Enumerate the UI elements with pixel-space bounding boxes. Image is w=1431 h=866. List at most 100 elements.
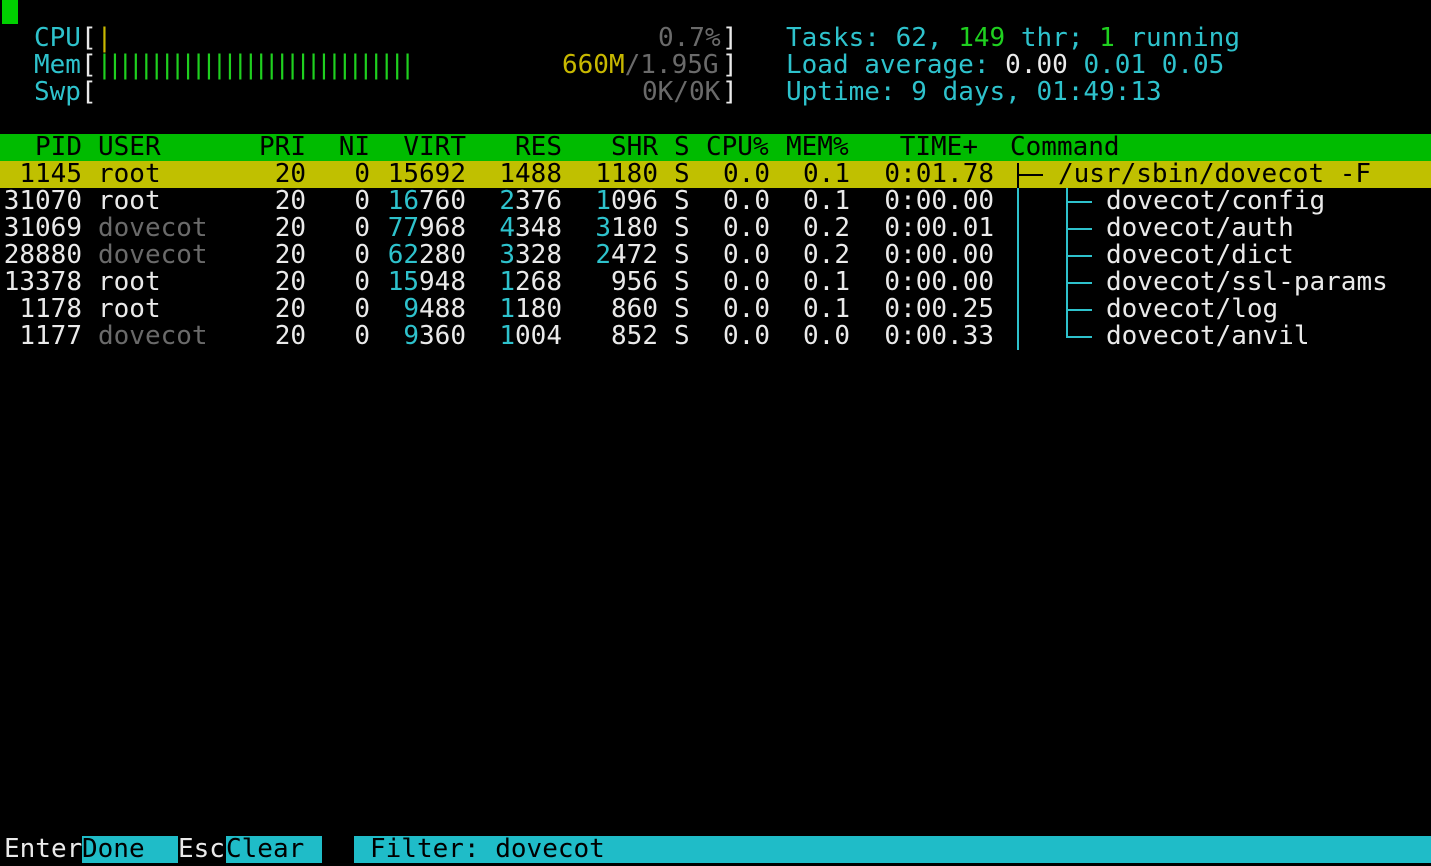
row-res: 1180: [480, 296, 562, 323]
process-row-selected[interactable]: 1145 root 20 0 15692 1488 1180 S 0.0 0.1…: [0, 161, 1431, 188]
row-shr-lo: 860: [611, 294, 658, 324]
row-command: /usr/sbin/dovecot -F: [1058, 159, 1372, 189]
load-1: 0.00: [1005, 50, 1068, 80]
row-ni: 0: [354, 213, 370, 243]
col-res[interactable]: RES: [480, 134, 562, 161]
process-row[interactable]: 13378 root 20 0 15948 1268 956 S 0.0 0.1 0:00.00 do…: [0, 269, 1431, 296]
row-pid: 28880: [3, 240, 82, 270]
row-virt-lo: 488: [419, 294, 466, 324]
tree-branch-icon: [1066, 323, 1068, 337]
row-cpu: 0.0: [723, 159, 770, 189]
row-state: S: [674, 294, 690, 324]
row-virt-hi: 9: [403, 294, 420, 324]
mem-meter-open: [: [80, 50, 97, 80]
row-shr: 1096: [580, 188, 658, 215]
row-pri: 20: [274, 240, 306, 270]
col-user[interactable]: USER: [98, 134, 161, 161]
row-mem: 0.0: [803, 321, 850, 351]
swp-meter-label: Swp: [34, 77, 81, 107]
row-ni: 0: [354, 267, 370, 297]
threads-count: 149: [958, 23, 1006, 53]
row-res-hi: 1: [499, 294, 516, 324]
filter-input[interactable]: Filter: dovecot: [370, 836, 605, 863]
done-button[interactable]: Done: [82, 836, 178, 863]
row-virt-hi: 15: [387, 267, 420, 297]
row-command: dovecot/auth: [1106, 213, 1294, 243]
row-ni: 0: [354, 159, 370, 189]
row-ni: 0: [354, 186, 370, 216]
row-virt: 9488: [380, 296, 466, 323]
row-mem: 0.1: [803, 294, 850, 324]
col-pid[interactable]: PID: [0, 134, 82, 161]
col-pri[interactable]: PRI: [240, 134, 306, 161]
row-user: root: [98, 159, 161, 189]
row-shr-hi: 3: [595, 213, 612, 243]
process-row[interactable]: 28880 dovecot 20 0 62280 3328 2472 S 0.0 0.2 0:00.…: [0, 242, 1431, 269]
row-pri: 20: [274, 294, 306, 324]
row-cpu: 0.0: [723, 186, 770, 216]
cpu-meter: CPU[|: [34, 25, 112, 52]
row-res: 1488: [499, 159, 562, 189]
row-state: S: [674, 240, 690, 270]
row-state: S: [674, 321, 690, 351]
cpu-meter-open: [: [80, 23, 97, 53]
process-row[interactable]: 1178 root 20 0 9488 1180 860 S 0.0 0.1 0:00.25 dove…: [0, 296, 1431, 323]
row-virt-hi: 62: [387, 240, 420, 270]
row-ni: 0: [354, 321, 370, 351]
row-command: dovecot/dict: [1106, 240, 1294, 270]
row-cpu: 0.0: [723, 213, 770, 243]
row-shr-lo: 956: [611, 267, 658, 297]
col-mem[interactable]: MEM%: [786, 134, 849, 161]
row-command: dovecot/ssl-params: [1106, 267, 1388, 297]
row-user: root: [98, 186, 161, 216]
row-pid: 13378: [3, 267, 82, 297]
tree-branch-icon: [1066, 255, 1092, 257]
row-virt: 77968: [380, 215, 466, 242]
row-state: S: [674, 213, 690, 243]
row-cpu: 0.0: [723, 294, 770, 324]
row-res-hi: 3: [499, 240, 516, 270]
row-virt-lo: 360: [419, 321, 466, 351]
row-state: S: [674, 159, 690, 189]
process-row[interactable]: 1177 dovecot 20 0 9360 1004 852 S 0.0 0.0 0:00.33 d…: [0, 323, 1431, 350]
row-state: S: [674, 267, 690, 297]
row-virt-lo: 968: [419, 213, 466, 243]
row-virt-hi: 9: [403, 321, 420, 351]
col-cpu[interactable]: CPU%: [706, 134, 769, 161]
row-virt: 15692: [387, 159, 466, 189]
swp-meter-value: 0K/0K: [642, 77, 721, 107]
row-virt: 9360: [380, 323, 466, 350]
col-state[interactable]: S: [674, 134, 690, 161]
row-pri: 20: [274, 267, 306, 297]
row-mem: 0.1: [803, 159, 850, 189]
tasks-sep: ,: [926, 23, 959, 53]
process-row[interactable]: 31070 root 20 0 16760 2376 1096 S 0.0 0.1 0:00.00 d…: [0, 188, 1431, 215]
row-shr: 1180: [595, 159, 658, 189]
row-shr: 3180: [580, 215, 658, 242]
row-pri: 20: [274, 186, 306, 216]
row-res-hi: 4: [499, 213, 516, 243]
col-command[interactable]: Command: [1010, 134, 1120, 161]
row-res-lo: 376: [515, 186, 562, 216]
row-res-hi: 1: [499, 267, 516, 297]
row-res: 2376: [480, 188, 562, 215]
row-time: 0:00.00: [884, 186, 994, 216]
col-time[interactable]: TIME+: [880, 134, 978, 161]
mem-meter-bar: ||||||||||||||||||||||||||||||: [96, 50, 416, 80]
row-shr: 2472: [580, 242, 658, 269]
col-shr[interactable]: SHR: [580, 134, 658, 161]
row-pri: 20: [274, 213, 306, 243]
mem-meter: Mem[||||||||||||||||||||||||||||||: [34, 50, 416, 80]
col-ni[interactable]: NI: [320, 134, 370, 161]
row-mem: 0.2: [803, 240, 850, 270]
process-row[interactable]: 31069 dovecot 20 0 77968 4348 3180 S 0.0 0.2 0:00.…: [0, 215, 1431, 242]
clear-button[interactable]: Clear: [226, 836, 322, 863]
row-res-lo: 328: [515, 240, 562, 270]
row-user: dovecot: [98, 240, 208, 270]
cpu-meter-label: CPU: [34, 23, 81, 53]
filter-bar: Enter Done Esc Clear Filter: dovecot: [0, 836, 1431, 863]
col-virt[interactable]: VIRT: [380, 134, 466, 161]
row-state: S: [674, 186, 690, 216]
row-pri: 20: [274, 159, 306, 189]
mem-slash: /: [624, 50, 641, 80]
